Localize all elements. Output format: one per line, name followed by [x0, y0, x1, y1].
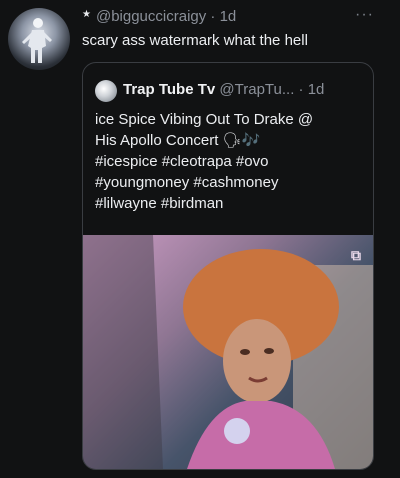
avatar[interactable] — [8, 8, 70, 70]
video-media[interactable]: ⧉ — [83, 235, 373, 469]
tweet-header: ★ @bigguccicraigy · 1d — [82, 8, 236, 25]
quote-line: #lilwayne #birdman — [95, 195, 224, 212]
quote-avatar[interactable] — [95, 80, 117, 102]
quote-name[interactable]: Trap Tube Tv — [123, 81, 215, 98]
video-frame — [83, 235, 373, 469]
tweet[interactable]: ★ @bigguccicraigy · 1d ··· scary ass wate… — [0, 0, 400, 478]
tweet-text: scary ass watermark what the hell — [82, 32, 308, 49]
star-icon: ★ — [82, 9, 91, 20]
quote-handle[interactable]: @TrapTu... · 1d — [219, 81, 324, 98]
quote-text: ice Spice Vibing Out To Drake @ His Apol… — [95, 109, 365, 214]
quote-line: #youngmoney #cashmoney — [95, 174, 279, 191]
quote-line: His Apollo Concert 🗣🎶 — [95, 132, 261, 149]
quote-header: Trap Tube Tv @TrapTu... · 1d — [123, 81, 324, 98]
person-silhouette-icon — [22, 18, 52, 63]
watermark-icon: ⧉ — [351, 247, 361, 263]
quoted-tweet[interactable]: Trap Tube Tv @TrapTu... · 1d ice Spice V… — [82, 62, 374, 470]
quote-line: ice Spice Vibing Out To Drake @ — [95, 111, 314, 128]
quote-line: #icespice #cleotrapa #ovo — [95, 153, 269, 170]
user-handle[interactable]: @bigguccicraigy · 1d — [96, 8, 236, 25]
more-dots-icon[interactable]: ··· — [355, 6, 374, 24]
